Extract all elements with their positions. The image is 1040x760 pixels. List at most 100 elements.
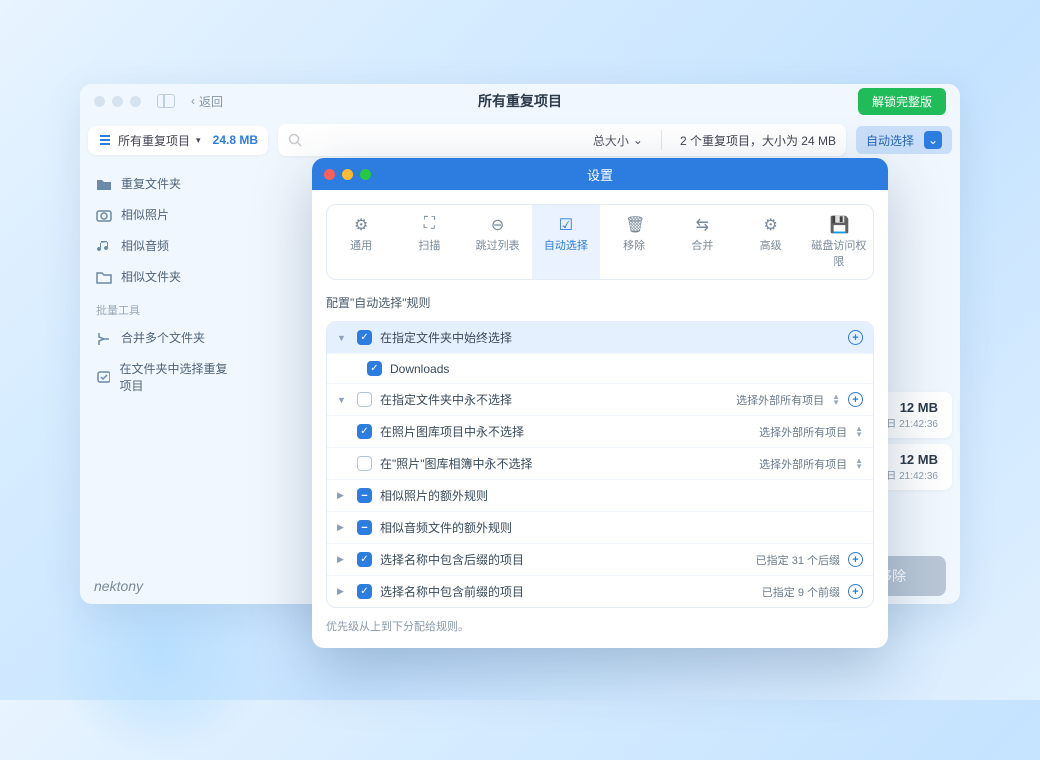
rule-row[interactable]: 在照片图库项目中永不选择选择外部所有项目▲▼ <box>327 415 873 447</box>
chevron-down-icon[interactable]: ⌄ <box>924 131 942 149</box>
folder-heart-icon <box>96 270 112 284</box>
chevron-icon[interactable] <box>337 333 349 343</box>
settings-tab-0[interactable]: ⚙通用 <box>327 205 395 279</box>
chevron-icon[interactable] <box>337 586 349 597</box>
sidebar-heading: 批量工具 <box>92 292 243 322</box>
rule-label: 选择名称中包含前缀的项目 <box>380 583 754 600</box>
sort-updown-icon[interactable]: ▲▼ <box>855 458 863 469</box>
rule-label: 在指定文件夹中始终选择 <box>380 329 840 346</box>
checkbox[interactable] <box>357 520 372 535</box>
sort-updown-icon[interactable]: ▲▼ <box>832 394 840 405</box>
settings-tab-1[interactable]: ⛶扫描 <box>395 205 463 279</box>
tab-icon: 💾 <box>830 215 848 233</box>
minimize-icon[interactable] <box>342 169 353 180</box>
checkbox[interactable] <box>367 361 382 376</box>
sort-updown-icon[interactable]: ▲▼ <box>855 426 863 437</box>
chevron-icon[interactable] <box>337 395 349 405</box>
rule-right: 选择外部所有项目▲▼ <box>759 456 863 472</box>
sidebar-item-similar-photos[interactable]: 相似照片 <box>92 199 243 230</box>
settings-tab-5[interactable]: ⇆合并 <box>668 205 736 279</box>
rule-row[interactable]: 相似音频文件的额外规则 <box>327 511 873 543</box>
rule-row[interactable]: 在指定文件夹中永不选择选择外部所有项目▲▼ <box>327 383 873 415</box>
merge-icon <box>96 331 112 345</box>
rule-row[interactable]: 在指定文件夹中始终选择 <box>327 322 873 353</box>
stats-text: 2 个重复项目，大小为 24 MB <box>680 132 836 149</box>
rule-label: 选择名称中包含后缀的项目 <box>380 551 748 568</box>
divider <box>661 130 662 150</box>
add-icon[interactable] <box>848 584 863 599</box>
sidebar: 重复文件夹 相似照片 相似音频 相似文件夹 批量工具 合并多个文件夹 在文件夹 <box>80 162 255 604</box>
category-pill[interactable]: 所有重复项目 ▾ 24.8 MB <box>88 126 268 155</box>
close-icon[interactable] <box>324 169 335 180</box>
tab-icon: ⛶ <box>420 215 438 233</box>
settings-tab-6[interactable]: ⚙高级 <box>737 205 805 279</box>
modal-traffic-lights[interactable] <box>324 169 371 180</box>
rule-row[interactable]: 相似照片的额外规则 <box>327 479 873 511</box>
checkbox[interactable] <box>357 456 372 471</box>
maximize-dot[interactable] <box>130 96 141 107</box>
sidebar-tool-select[interactable]: 在文件夹中选择重复项目 <box>92 353 243 401</box>
rule-row[interactable]: 选择名称中包含前缀的项目已指定 9 个前缀 <box>327 575 873 607</box>
chevron-left-icon: ‹ <box>191 94 195 108</box>
sidebar-item-duplicate-folders[interactable]: 重复文件夹 <box>92 168 243 199</box>
settings-tab-2[interactable]: ⊖跳过列表 <box>464 205 532 279</box>
traffic-lights[interactable] <box>94 96 141 107</box>
pill-size: 24.8 MB <box>213 133 258 147</box>
pill-label: 所有重复项目 <box>118 132 190 149</box>
sidebar-toggle-icon[interactable] <box>157 94 175 108</box>
sidebar-item-similar-audio[interactable]: 相似音频 <box>92 230 243 261</box>
checkbox[interactable] <box>357 584 372 599</box>
chevron-down-icon: ⌄ <box>633 133 643 147</box>
settings-tab-4[interactable]: 🗑移除 <box>600 205 668 279</box>
add-icon[interactable] <box>848 392 863 407</box>
rule-right: 选择外部所有项目▲▼ <box>759 424 863 440</box>
settings-tabs: ⚙通用⛶扫描⊖跳过列表☑自动选择🗑移除⇆合并⚙高级💾磁盘访问权限 <box>326 204 874 280</box>
tab-icon: ⇆ <box>693 215 711 233</box>
rule-label: 相似照片的额外规则 <box>380 487 863 504</box>
titlebar: ‹ 返回 所有重复项目 解锁完整版 <box>80 84 960 118</box>
checkbox[interactable] <box>357 392 372 407</box>
footer-note: 优先级从上到下分配给规则。 <box>326 618 874 634</box>
rule-row[interactable]: 选择名称中包含后缀的项目已指定 31 个后缀 <box>327 543 873 575</box>
chevron-icon[interactable] <box>337 554 349 565</box>
chevron-icon[interactable] <box>337 522 349 533</box>
rule-label: 在照片图库项目中永不选择 <box>380 423 751 440</box>
add-icon[interactable] <box>848 552 863 567</box>
checkbox[interactable] <box>357 424 372 439</box>
tab-icon: ☑ <box>557 215 575 233</box>
unlock-button[interactable]: 解锁完整版 <box>858 88 946 115</box>
settings-tab-7[interactable]: 💾磁盘访问权限 <box>805 205 873 279</box>
window-title: 所有重复项目 <box>478 91 562 111</box>
checkbox[interactable] <box>357 330 372 345</box>
checkbox[interactable] <box>357 552 372 567</box>
music-icon <box>96 239 112 253</box>
tab-icon: ⊖ <box>489 215 507 233</box>
checkbox[interactable] <box>357 488 372 503</box>
rule-row[interactable]: Downloads <box>327 353 873 383</box>
rule-label: 相似音频文件的额外规则 <box>380 519 863 536</box>
sort-dropdown[interactable]: 总大小 ⌄ <box>593 132 643 149</box>
tab-icon: ⚙ <box>762 215 780 233</box>
search-icon <box>288 133 302 147</box>
sidebar-tool-merge[interactable]: 合并多个文件夹 <box>92 322 243 353</box>
tab-icon: ⚙ <box>352 215 370 233</box>
back-label: 返回 <box>199 93 223 110</box>
rule-label: 在"照片"图库相簿中永不选择 <box>380 455 751 472</box>
modal-content: ⚙通用⛶扫描⊖跳过列表☑自动选择🗑移除⇆合并⚙高级💾磁盘访问权限 配置"自动选择… <box>312 190 888 648</box>
section-title: 配置"自动选择"规则 <box>326 294 874 311</box>
rule-row[interactable]: 在"照片"图库相簿中永不选择选择外部所有项目▲▼ <box>327 447 873 479</box>
chevron-icon[interactable] <box>337 490 349 501</box>
add-icon[interactable] <box>848 330 863 345</box>
auto-select-button[interactable]: 自动选择 ⌄ <box>856 126 952 154</box>
maximize-icon[interactable] <box>360 169 371 180</box>
sidebar-item-similar-folders[interactable]: 相似文件夹 <box>92 261 243 292</box>
search-bar[interactable]: 总大小 ⌄ 2 个重复项目，大小为 24 MB <box>278 124 846 156</box>
back-button[interactable]: ‹ 返回 <box>191 93 223 110</box>
rule-right: 选择外部所有项目▲▼ <box>736 392 863 408</box>
settings-tab-3[interactable]: ☑自动选择 <box>532 205 600 279</box>
folder-icon <box>96 177 112 191</box>
minimize-dot[interactable] <box>112 96 123 107</box>
rule-label: Downloads <box>390 362 863 376</box>
select-icon <box>96 370 110 384</box>
close-dot[interactable] <box>94 96 105 107</box>
